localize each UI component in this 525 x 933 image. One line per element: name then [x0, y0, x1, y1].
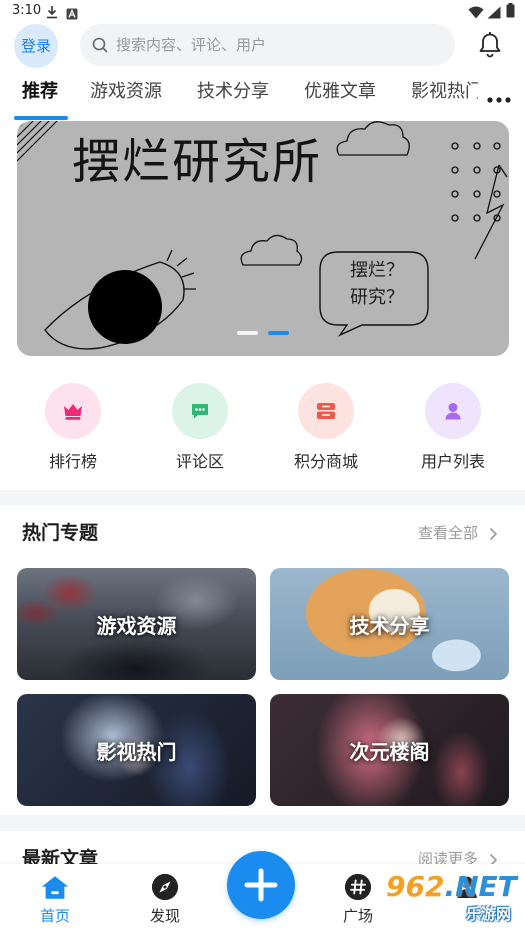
- carousel-indicator-active[interactable]: [268, 331, 289, 335]
- banner-title: 摆烂研究所: [72, 134, 323, 190]
- download-icon: [46, 4, 58, 19]
- carousel-indicator[interactable]: [237, 331, 258, 335]
- quick-nav-user-list[interactable]: 用户列表: [398, 383, 508, 478]
- create-post-button[interactable]: [227, 851, 295, 919]
- hatched-corner: [17, 121, 58, 162]
- dot-grid: [451, 142, 501, 222]
- section-divider: [0, 815, 525, 831]
- tab-recommend[interactable]: 推荐: [22, 80, 58, 104]
- watermark-name: 乐游网: [466, 905, 512, 923]
- tab-game-resources[interactable]: 游戏资源: [90, 80, 162, 104]
- view-all-label: 查看全部: [418, 524, 479, 542]
- hash-icon: [343, 872, 373, 902]
- compass-icon: [150, 872, 180, 902]
- plus-icon: [243, 867, 279, 903]
- topic-card-label: 影视热门: [96, 739, 177, 764]
- wifi-icon: [468, 4, 484, 19]
- user-icon: [425, 383, 481, 439]
- status-time: 3:10: [12, 3, 42, 18]
- quick-nav-comments[interactable]: 评论区: [145, 383, 255, 478]
- tab-hot-videos[interactable]: 影视热门: [411, 80, 478, 104]
- more-dots-icon[interactable]: [487, 88, 511, 103]
- nav-discover[interactable]: 发现: [120, 864, 210, 933]
- signal-icon: [487, 4, 501, 19]
- zigzag-drawing: [474, 164, 508, 260]
- a-badge-icon: [66, 5, 78, 20]
- topic-card-label: 游戏资源: [96, 613, 177, 638]
- nav-label: 发现: [149, 907, 180, 925]
- store-icon: [298, 383, 354, 439]
- login-button[interactable]: 登录: [14, 24, 58, 68]
- chevron-right-icon: [489, 526, 498, 545]
- quick-nav-label: 评论区: [175, 452, 224, 471]
- nav-label: 广场: [342, 907, 373, 925]
- eye-drawing: [44, 249, 196, 350]
- section-divider: [0, 490, 525, 505]
- crown-icon: [45, 383, 101, 439]
- topic-card-tech-share[interactable]: 技术分享: [270, 568, 509, 680]
- quick-nav-ranking[interactable]: 排行榜: [18, 383, 128, 478]
- watermark-logo: 962.NET: [386, 870, 517, 904]
- topic-card-hot-videos[interactable]: 影视热门: [17, 694, 256, 806]
- category-tabs: 推荐 游戏资源 技术分享 优雅文章 影视热门: [0, 70, 478, 118]
- quick-nav-label: 积分商城: [293, 452, 358, 471]
- tab-elegant-articles[interactable]: 优雅文章: [304, 80, 376, 104]
- bell-icon[interactable]: [478, 31, 502, 58]
- home-icon: [40, 872, 70, 902]
- quick-nav-label: 用户列表: [420, 452, 485, 471]
- nav-home[interactable]: 首页: [10, 864, 100, 933]
- topic-card-game-resources[interactable]: 游戏资源: [17, 568, 256, 680]
- active-tab-indicator: [14, 116, 68, 120]
- status-bar: 3:10: [0, 0, 525, 22]
- topic-card-anime[interactable]: 次元楼阁: [270, 694, 509, 806]
- quick-nav-label: 排行榜: [48, 452, 97, 471]
- watermark-number: 962: [386, 870, 445, 903]
- tab-tech-share[interactable]: 技术分享: [197, 80, 269, 104]
- search-icon: [92, 37, 108, 53]
- nav-label: 首页: [39, 907, 70, 925]
- topic-card-label: 次元楼阁: [349, 739, 430, 764]
- quick-nav-points-store[interactable]: 积分商城: [271, 383, 381, 478]
- bubble-line-2: 研究？: [350, 287, 404, 308]
- watermark-suffix: .NET: [444, 870, 517, 903]
- topic-card-label: 技术分享: [349, 613, 430, 638]
- view-all-link[interactable]: 查看全部: [418, 523, 500, 545]
- hot-topics-title: 热门专题: [22, 522, 99, 544]
- banner-carousel[interactable]: 摆烂研究所 摆烂？ 研究？: [17, 121, 509, 356]
- bubble-line-1: 摆烂？: [350, 260, 404, 281]
- search-bar[interactable]: [80, 24, 455, 66]
- battery-icon: [506, 3, 515, 18]
- search-input[interactable]: [116, 24, 441, 66]
- chat-icon: [172, 383, 228, 439]
